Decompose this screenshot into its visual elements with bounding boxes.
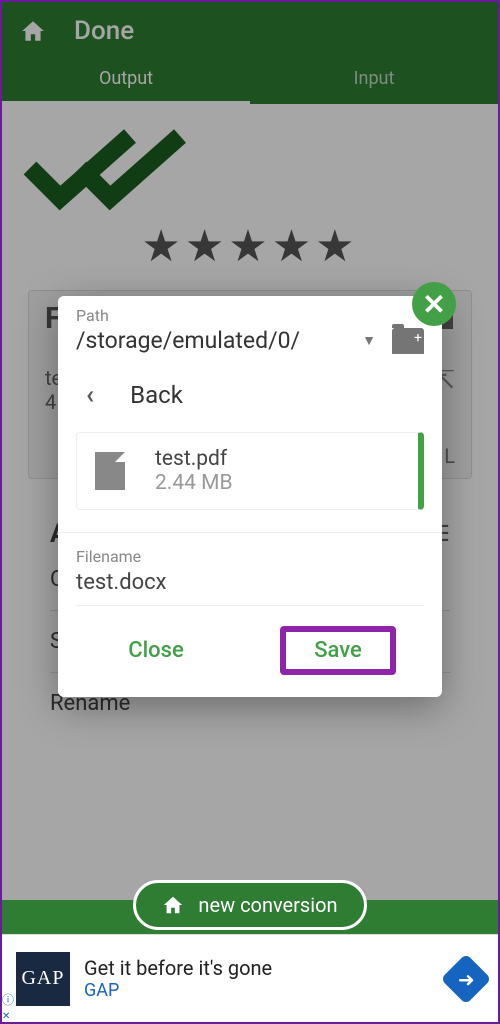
ad-brand: GAP <box>84 980 448 1001</box>
ad-close-icon[interactable]: ✕ <box>2 1012 10 1022</box>
rating-stars[interactable]: ★★★★★ <box>20 220 480 272</box>
page-title: Done <box>74 16 134 46</box>
back-button[interactable]: ‹ Back <box>76 380 424 410</box>
close-button[interactable]: Close <box>104 626 208 675</box>
filename-label: Filename <box>76 547 424 566</box>
tab-output[interactable]: Output <box>2 54 250 104</box>
filename-input[interactable] <box>76 566 424 606</box>
ad-info-icon[interactable]: ⓘ <box>2 991 14 1008</box>
save-dialog: ✕ Path /storage/emulated/0/ ▼ + ‹ Back t… <box>58 296 442 697</box>
file-icon <box>95 452 125 490</box>
save-button[interactable]: Save <box>280 626 396 675</box>
new-conversion-bar: new conversion <box>2 876 498 934</box>
back-label: Back <box>130 381 183 409</box>
file-item[interactable]: test.pdf 2.44 MB <box>76 432 424 510</box>
ad-title: Get it before it's gone <box>84 956 448 980</box>
ad-banner[interactable]: ⓘ ✕ GAP Get it before it's gone GAP ➜ <box>2 934 498 1022</box>
double-check-icon <box>20 128 480 214</box>
chevron-left-icon: ‹ <box>86 380 94 410</box>
file-size: 2.44 MB <box>155 471 233 495</box>
path-label: Path <box>76 306 424 325</box>
dropdown-icon[interactable]: ▼ <box>362 332 376 349</box>
file-name: test.pdf <box>155 447 233 471</box>
new-conversion-button[interactable]: new conversion <box>133 880 366 930</box>
home-icon <box>162 894 184 916</box>
new-conversion-label: new conversion <box>198 893 337 917</box>
directions-icon[interactable]: ➜ <box>441 953 492 1004</box>
dialog-close-icon[interactable]: ✕ <box>412 282 456 326</box>
path-value[interactable]: /storage/emulated/0/ <box>76 327 354 354</box>
app-bar: Done Output Input <box>2 2 498 104</box>
new-folder-icon[interactable]: + <box>392 328 424 354</box>
tab-input[interactable]: Input <box>250 54 498 104</box>
home-icon[interactable] <box>20 18 46 44</box>
ad-logo: GAP <box>16 952 70 1006</box>
